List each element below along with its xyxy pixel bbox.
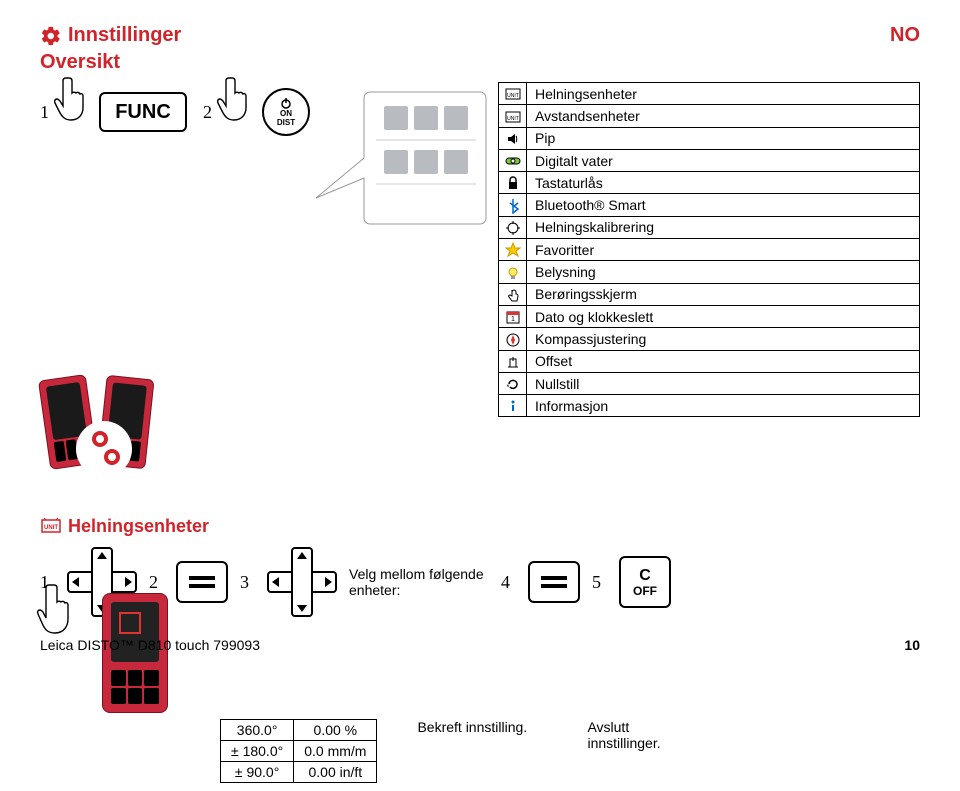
- step-2b-label: 2: [149, 572, 158, 593]
- off-label: OFF: [633, 585, 657, 598]
- on-dist-button[interactable]: ON DIST: [262, 88, 310, 136]
- unit-cell: ± 90.0°: [221, 762, 294, 783]
- setting-label: Tastaturlås: [527, 172, 920, 194]
- table-row: Kompassjustering: [499, 328, 920, 350]
- settings-gear-icon: [40, 25, 62, 47]
- equals-button[interactable]: [176, 561, 228, 603]
- table-row: Berøringsskjerm: [499, 283, 920, 305]
- bluetooth-icon: [499, 194, 527, 216]
- setting-label: Favoritter: [527, 239, 920, 261]
- page-number: 10: [904, 637, 920, 653]
- gear-cluster-icon: [76, 421, 132, 477]
- bulb-icon: [499, 261, 527, 283]
- dist-label: DIST: [277, 118, 295, 127]
- setting-label: Kompassjustering: [527, 328, 920, 350]
- setting-label: Dato og klokkeslett: [527, 305, 920, 327]
- angle-unit-icon: UNIT: [40, 515, 62, 537]
- star-icon: [499, 239, 527, 261]
- equals-button[interactable]: [528, 561, 580, 603]
- device-illustration: [38, 357, 238, 497]
- sound-icon: [499, 127, 527, 149]
- calibrate-icon: [499, 216, 527, 238]
- c-off-button[interactable]: C OFF: [619, 556, 671, 608]
- setting-label: Belysning: [527, 261, 920, 283]
- section-title: Helningsenheter: [68, 516, 209, 537]
- dist-unit-icon: UNIT: [499, 105, 527, 127]
- table-row: Belysning: [499, 261, 920, 283]
- unit-cell: 360.0°: [221, 720, 294, 741]
- setting-label: Berøringsskjerm: [527, 283, 920, 305]
- page-title: Innstillinger: [68, 24, 181, 47]
- unit-cell: 0.00 %: [294, 720, 377, 741]
- power-icon: [280, 97, 292, 109]
- level-icon: [499, 149, 527, 171]
- svg-text:UNIT: UNIT: [507, 116, 519, 122]
- table-row: UNIT Avstandsenheter: [499, 105, 920, 127]
- setting-label: Helningsenheter: [527, 83, 920, 105]
- svg-text:UNIT: UNIT: [44, 525, 58, 531]
- setting-label: Bluetooth® Smart: [527, 194, 920, 216]
- setting-label: Digitalt vater: [527, 149, 920, 171]
- step-2-label: 2: [203, 82, 212, 123]
- hand-pointer-icon: [55, 82, 99, 138]
- svg-text:UNIT: UNIT: [507, 93, 519, 99]
- c-label: C: [639, 567, 651, 585]
- dpad-button[interactable]: [267, 547, 337, 617]
- table-row: UNIT Helningsenheter: [499, 83, 920, 105]
- page-subtitle: Oversikt: [40, 51, 181, 74]
- compass-icon: [499, 328, 527, 350]
- unit-cell: 0.00 in/ft: [294, 762, 377, 783]
- table-row: Favoritter: [499, 239, 920, 261]
- table-row: Tastaturlås: [499, 172, 920, 194]
- step-1-label: 1: [40, 82, 49, 123]
- step-3b-label: 3: [240, 572, 249, 593]
- hand-pointer-icon: [218, 82, 262, 138]
- unit-cell: ± 180.0°: [221, 741, 294, 762]
- setting-label: Helningskalibrering: [527, 216, 920, 238]
- angle-unit-icon: UNIT: [499, 83, 527, 105]
- step-4-label: 4: [501, 572, 510, 593]
- svg-text:1: 1: [511, 316, 515, 323]
- table-row: Digitalt vater: [499, 149, 920, 171]
- func-button[interactable]: FUNC: [99, 92, 187, 132]
- units-table: 360.0°0.00 % ± 180.0°0.0 mm/m ± 90.0°0.0…: [220, 719, 377, 783]
- table-row: 1 Dato og klokkeslett: [499, 305, 920, 327]
- setting-label: Avstandsenheter: [527, 105, 920, 127]
- confirm-text: Bekreft innstilling.: [417, 719, 547, 735]
- device-illustration: [102, 593, 168, 713]
- lock-icon: [499, 172, 527, 194]
- calendar-icon: 1: [499, 305, 527, 327]
- on-label: ON: [280, 109, 292, 118]
- step-5-label: 5: [592, 572, 601, 593]
- footer-product: Leica DISTO™ D810 touch 799093: [40, 637, 260, 653]
- step-3-text: Velg mellom følgende enheter:: [349, 566, 489, 598]
- unit-cell: 0.0 mm/m: [294, 741, 377, 762]
- table-row: Bluetooth® Smart: [499, 194, 920, 216]
- end-text: Avslutt innstillinger.: [587, 719, 697, 751]
- language-code: NO: [890, 24, 920, 47]
- table-row: Helningskalibrering: [499, 216, 920, 238]
- table-row: Pip: [499, 127, 920, 149]
- callout-bubble: [310, 82, 490, 242]
- setting-label: Pip: [527, 127, 920, 149]
- touch-icon: [499, 283, 527, 305]
